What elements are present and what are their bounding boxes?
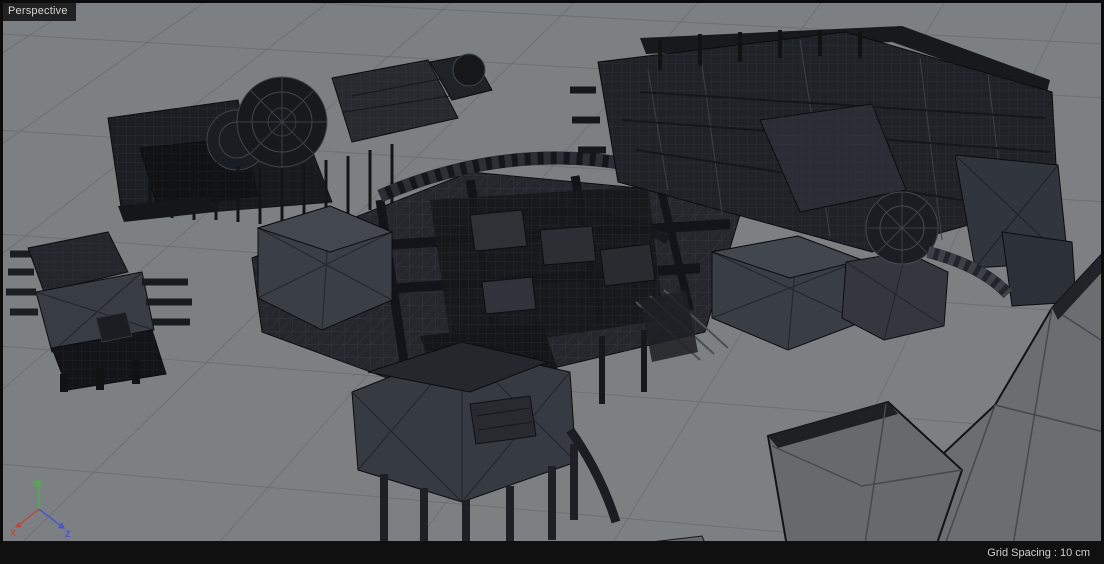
grid-spacing-label: Grid Spacing : 10 cm <box>987 546 1090 559</box>
axis-y-label: Y <box>32 479 38 489</box>
axis-z-line <box>38 508 62 527</box>
axis-x-line <box>18 508 40 526</box>
viewport-camera-label[interactable]: Perspective <box>3 3 76 21</box>
axis-gizmo: Y X Z <box>10 479 71 539</box>
3d-viewport[interactable]: Perspective Y X Z <box>3 3 1101 541</box>
status-bar: Grid Spacing : 10 cm <box>0 541 1104 564</box>
mesh-left-module[interactable] <box>6 231 192 392</box>
axis-x-label: X <box>10 528 16 538</box>
axis-z-label: Z <box>65 529 71 539</box>
scene-canvas[interactable] <box>3 3 1101 541</box>
gear-wheel[interactable] <box>452 53 486 87</box>
viewport-frame: Perspective Y X Z Grid Spacing : 10 cm <box>0 0 1104 564</box>
